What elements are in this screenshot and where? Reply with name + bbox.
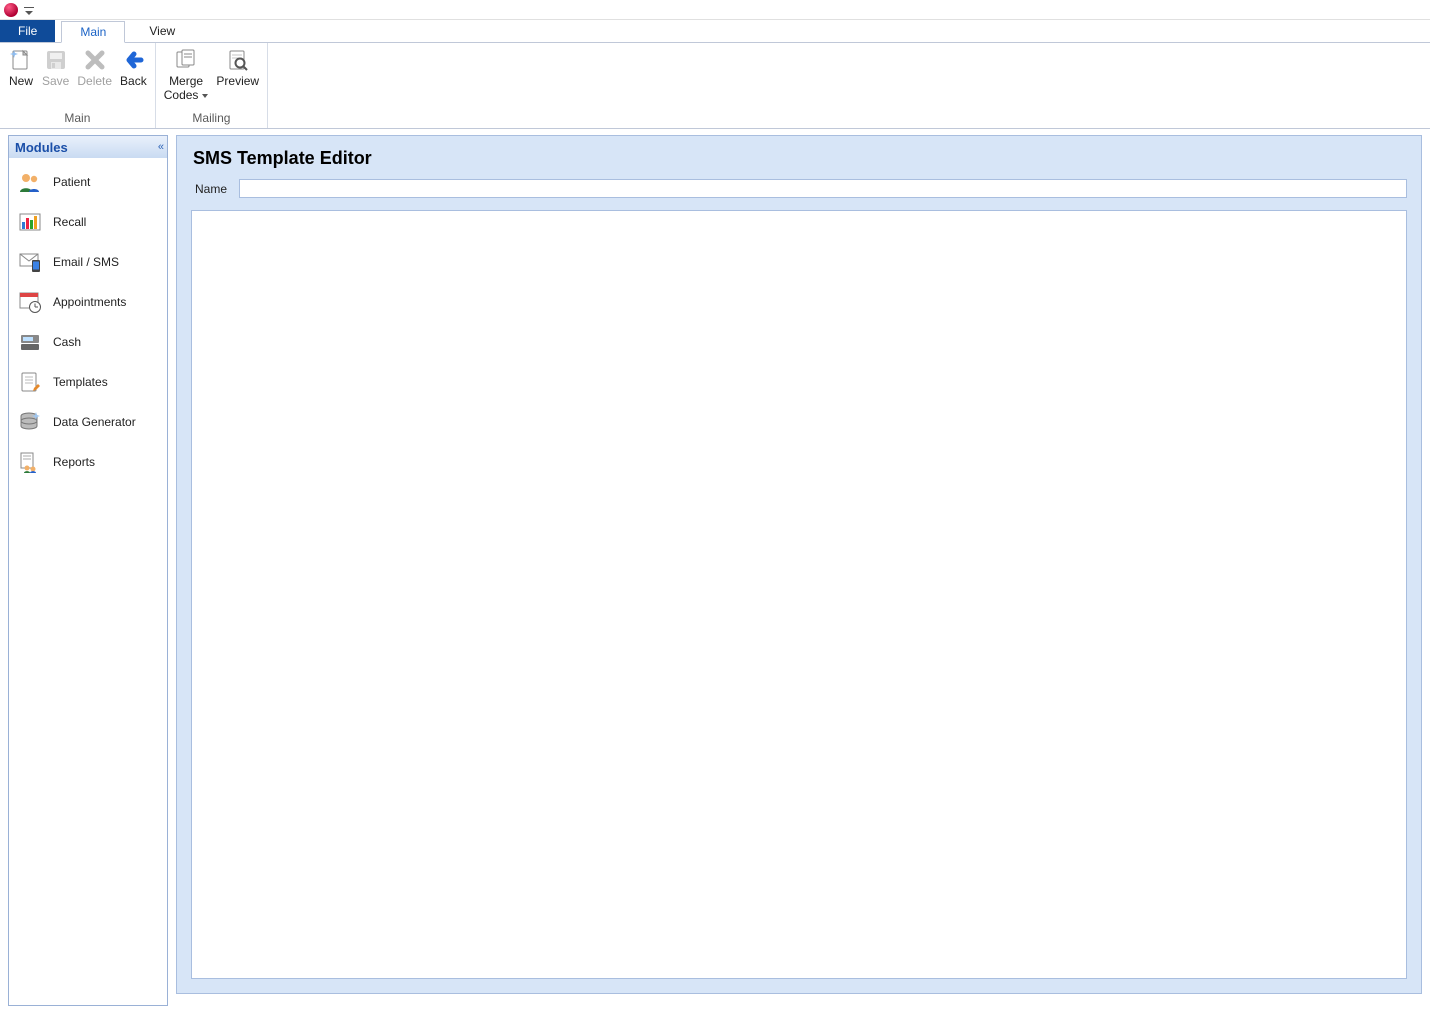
tab-label: View — [149, 25, 175, 37]
sidebar-item-label: Recall — [53, 215, 86, 229]
back-button[interactable]: Back — [116, 45, 151, 91]
sidebar-item-label: Templates — [53, 375, 108, 389]
sidebar-item-label: Email / SMS — [53, 255, 119, 269]
sidebar-item-label: Appointments — [53, 295, 126, 309]
button-label: Preview — [216, 75, 259, 89]
tab-view[interactable]: View — [131, 20, 193, 42]
sidebar-item-label: Data Generator — [53, 415, 136, 429]
preview-icon — [225, 47, 251, 73]
patient-icon — [17, 169, 43, 195]
button-label: Delete — [77, 75, 112, 89]
sidebar-item-appointments[interactable]: Appointments — [9, 282, 167, 322]
name-label: Name — [191, 182, 231, 196]
save-button: Save — [38, 45, 73, 91]
tab-label: Main — [80, 26, 106, 38]
sidebar-header: Modules « — [9, 136, 167, 158]
sidebar-item-reports[interactable]: Reports — [9, 442, 167, 482]
tab-label: File — [18, 25, 37, 37]
editor-title: SMS Template Editor — [191, 146, 1407, 179]
dropdown-caret-icon — [202, 94, 208, 98]
button-label: Merge Codes — [164, 75, 209, 103]
sidebar-item-patient[interactable]: Patient — [9, 162, 167, 202]
name-row: Name — [191, 179, 1407, 198]
sidebar-item-templates[interactable]: Templates — [9, 362, 167, 402]
preview-button[interactable]: Preview — [212, 45, 263, 91]
tab-main[interactable]: Main — [61, 21, 125, 43]
calendar-clock-icon — [17, 289, 43, 315]
template-name-input[interactable] — [239, 179, 1407, 198]
app-icon[interactable] — [4, 3, 18, 17]
quick-access-dropdown-icon[interactable] — [24, 5, 34, 15]
new-page-icon — [8, 47, 34, 73]
sidebar-item-recall[interactable]: Recall — [9, 202, 167, 242]
ribbon: New Save — [0, 43, 1430, 129]
sidebar-item-label: Cash — [53, 335, 81, 349]
button-label: Back — [120, 75, 147, 89]
templates-icon — [17, 369, 43, 395]
template-content-textarea[interactable] — [191, 210, 1407, 979]
merge-codes-icon — [173, 47, 199, 73]
workspace: Modules « Patient — [0, 129, 1430, 1012]
button-label: New — [9, 75, 33, 89]
sidebar-items: Patient Recall — [9, 158, 167, 486]
sidebar-modules: Modules « Patient — [8, 135, 168, 1006]
delete-x-icon — [82, 47, 108, 73]
sidebar-item-label: Patient — [53, 175, 90, 189]
tab-file[interactable]: File — [0, 20, 55, 42]
sidebar-item-label: Reports — [53, 455, 95, 469]
delete-button: Delete — [73, 45, 116, 91]
titlebar — [0, 0, 1430, 20]
reports-icon — [17, 449, 43, 475]
back-arrow-icon — [120, 47, 146, 73]
email-sms-icon — [17, 249, 43, 275]
recall-chart-icon — [17, 209, 43, 235]
ribbon-group-main: New Save — [0, 43, 156, 128]
button-label: Save — [42, 75, 69, 89]
ribbon-group-title: Mailing — [156, 109, 267, 128]
merge-codes-button[interactable]: Merge Codes — [160, 45, 213, 105]
editor-wrap: SMS Template Editor Name — [176, 135, 1422, 994]
ribbon-group-title: Main — [0, 109, 155, 128]
sms-template-editor-panel: SMS Template Editor Name — [176, 135, 1422, 994]
sidebar-item-data-generator[interactable]: Data Generator — [9, 402, 167, 442]
ribbon-tabs: File Main View — [0, 20, 1430, 43]
sidebar-title: Modules — [15, 140, 68, 155]
ribbon-group-mailing: Merge Codes Preview Mailing — [156, 43, 268, 128]
save-icon — [43, 47, 69, 73]
cash-register-icon — [17, 329, 43, 355]
new-button[interactable]: New — [4, 45, 38, 91]
sidebar-item-cash[interactable]: Cash — [9, 322, 167, 362]
database-icon — [17, 409, 43, 435]
sidebar-item-email-sms[interactable]: Email / SMS — [9, 242, 167, 282]
collapse-sidebar-icon[interactable]: « — [158, 141, 161, 153]
